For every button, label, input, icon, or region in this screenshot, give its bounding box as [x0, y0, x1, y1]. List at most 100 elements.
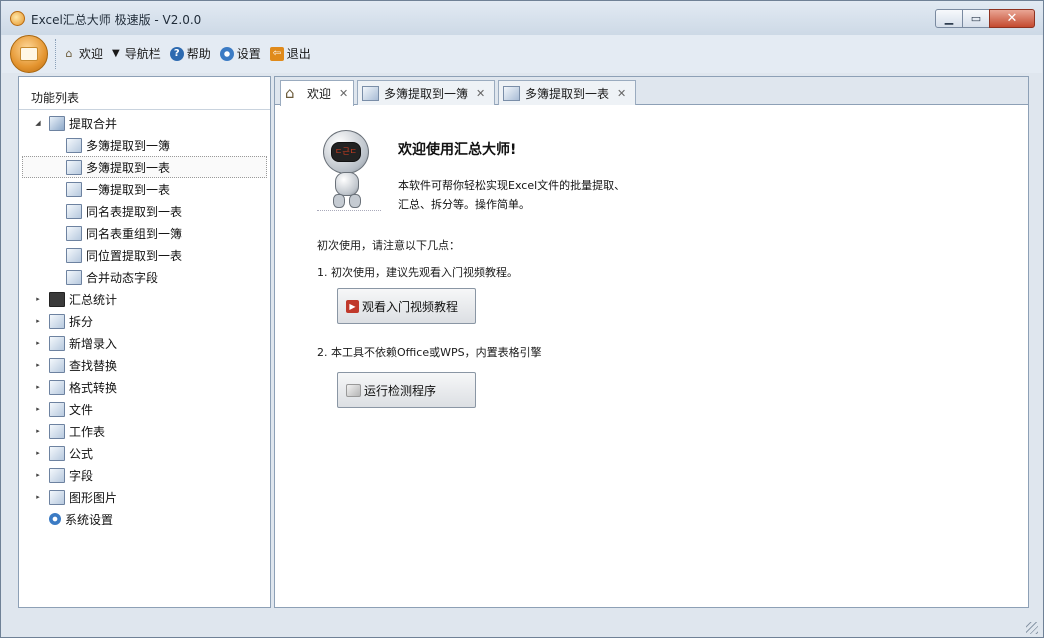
expand-arrow-icon[interactable]: ▸: [33, 493, 43, 501]
tab-label: 多簿提取到一表: [525, 86, 610, 101]
toolbar-separator: [55, 39, 56, 69]
tree-item-label: 同名表提取到一表: [86, 204, 183, 219]
robot-body: [335, 172, 359, 196]
expand-arrow-icon[interactable]: ▸: [33, 405, 43, 413]
sigma-icon: [49, 291, 65, 307]
tree-group-format-convert[interactable]: ▸ 格式转换: [19, 376, 270, 398]
collapse-arrow-icon[interactable]: ◢: [33, 119, 43, 127]
tab-welcome[interactable]: ⌂ 欢迎 ✕: [280, 80, 354, 106]
tree-group-label: 公式: [69, 446, 94, 461]
tree-group-worksheet[interactable]: ▸ 工作表: [19, 420, 270, 442]
window-title: Excel汇总大师 极速版 - V2.0.0: [31, 13, 202, 27]
worksheet-icon: [49, 423, 65, 439]
grid-icon: [66, 269, 82, 285]
tree-group-label: 查找替换: [69, 358, 118, 373]
tree-group-extract-merge[interactable]: ◢ 提取合并: [19, 112, 270, 134]
tree-group-label: 工作表: [69, 424, 106, 439]
close-tab-icon[interactable]: ✕: [617, 87, 626, 100]
expand-arrow-icon[interactable]: ▸: [33, 383, 43, 391]
regroup-icon: [66, 225, 82, 241]
position-icon: [66, 247, 82, 263]
tree-item-same-name-to-sheet[interactable]: 同名表提取到一表: [19, 200, 270, 222]
toolbar-welcome-label: 欢迎: [79, 47, 104, 61]
expand-arrow-icon[interactable]: ▸: [33, 449, 43, 457]
welcome-page: ㄷ근ㄷ 欢迎使用汇总大师! 本软件可帮你轻松实现Excel文件的批量提取、 汇总…: [275, 106, 1028, 607]
status-bar: [2, 613, 1042, 637]
tree-item-multi-book-to-book[interactable]: 多簿提取到一簿: [19, 134, 270, 156]
tree-item-label: 多簿提取到一表: [86, 160, 171, 175]
minimize-icon: ▁: [944, 12, 954, 25]
robot-leg-right: [349, 194, 361, 208]
tree-group-field[interactable]: ▸ 字段: [19, 464, 270, 486]
resize-grip-icon[interactable]: [1026, 622, 1038, 634]
app-menu-button[interactable]: [10, 35, 48, 73]
tree-group-formula[interactable]: ▸ 公式: [19, 442, 270, 464]
tree-group-label: 图形图片: [69, 490, 118, 505]
close-tab-icon[interactable]: ✕: [339, 87, 348, 100]
tree-item-system-settings[interactable]: 系统设置: [19, 508, 270, 530]
workbook-icon: [66, 137, 82, 153]
close-icon: ✕: [1006, 11, 1018, 26]
tree-item-same-position[interactable]: 同位置提取到一表: [19, 244, 270, 266]
tree-item-label: 同位置提取到一表: [86, 248, 183, 263]
tree-group-label: 新增录入: [69, 336, 118, 351]
expand-arrow-icon[interactable]: ▸: [33, 339, 43, 347]
expand-arrow-icon[interactable]: ▸: [33, 317, 43, 325]
close-button[interactable]: ✕: [989, 9, 1035, 28]
tree-group-summary[interactable]: ▸ 汇总统计: [19, 288, 270, 310]
toolbar-help-button[interactable]: ? 帮助: [169, 45, 211, 62]
note-1: 1. 初次使用，建议先观看入门视频教程。: [317, 266, 518, 279]
tab-multi-book-to-book[interactable]: 多簿提取到一簿 ✕: [357, 80, 495, 105]
video-play-icon: ▶: [346, 299, 359, 313]
maximize-button[interactable]: ▭: [962, 9, 990, 28]
exit-icon: ⇦: [269, 46, 284, 61]
tab-multi-book-to-sheet[interactable]: 多簿提取到一表 ✕: [498, 80, 636, 105]
tab-strip: ⌂ 欢迎 ✕ 多簿提取到一簿 ✕ 多簿提取到一表 ✕: [275, 77, 1028, 106]
tab-label: 多簿提取到一簿: [384, 86, 469, 101]
run-check-label: 运行检测程序: [364, 383, 437, 398]
tree-group-shapes-images[interactable]: ▸ 图形图片: [19, 486, 270, 508]
tree-item-multi-book-to-sheet[interactable]: 多簿提取到一表: [22, 156, 267, 178]
welcome-description: 本软件可帮你轻松实现Excel文件的批量提取、 汇总、拆分等。操作简单。: [398, 176, 658, 214]
check-program-icon: [346, 383, 361, 397]
expand-arrow-icon[interactable]: ▸: [33, 427, 43, 435]
tree-group-file[interactable]: ▸ 文件: [19, 398, 270, 420]
toolbar-settings-button[interactable]: 设置: [219, 45, 261, 62]
toolbar-exit-label: 退出: [286, 47, 311, 61]
expand-arrow-icon[interactable]: ▸: [33, 295, 43, 303]
watch-tutorial-button[interactable]: ▶ 观看入门视频教程: [337, 288, 476, 324]
function-list-panel: 功能列表 ◢ 提取合并 多簿提取到一簿 多簿提取到一表 一簿提取到一表 同名表提…: [18, 76, 271, 608]
tree-group-find-replace[interactable]: ▸ 查找替换: [19, 354, 270, 376]
field-icon: [49, 467, 65, 483]
gear-icon: [49, 513, 61, 525]
dropdown-arrow-icon: ▼: [112, 48, 120, 59]
tree-group-label: 拆分: [69, 314, 94, 329]
tree-item-one-book-to-sheet[interactable]: 一簿提取到一表: [19, 178, 270, 200]
split-icon: [49, 313, 65, 329]
toolbar-welcome-button[interactable]: ⌂ 欢迎: [62, 45, 104, 62]
expand-arrow-icon[interactable]: ▸: [33, 361, 43, 369]
tree-item-same-name-regroup[interactable]: 同名表重组到一簿: [19, 222, 270, 244]
function-list-title: 功能列表: [31, 91, 80, 105]
tree-group-label: 提取合并: [69, 116, 118, 131]
title-bar[interactable]: Excel汇总大师 极速版 - V2.0.0 ▁ ▭ ✕: [1, 1, 1043, 35]
format-convert-icon: [49, 379, 65, 395]
tree-group-new-entry[interactable]: ▸ 新增录入: [19, 332, 270, 354]
toolbar-nav-button[interactable]: ▼ 导航栏: [112, 45, 161, 62]
robot-mascot-image: ㄷ근ㄷ: [317, 130, 381, 212]
expand-arrow-icon[interactable]: ▸: [33, 471, 43, 479]
welcome-title: 欢迎使用汇总大师!: [398, 142, 517, 158]
run-check-button[interactable]: 运行检测程序: [337, 372, 476, 408]
tree-group-label: 文件: [69, 402, 94, 417]
close-tab-icon[interactable]: ✕: [476, 87, 485, 100]
tree-item-merge-dynamic-fields[interactable]: 合并动态字段: [19, 266, 270, 288]
new-entry-icon: [49, 335, 65, 351]
welcome-desc-line2: 汇总、拆分等。操作简单。: [398, 198, 530, 211]
tree-item-label: 合并动态字段: [86, 270, 159, 285]
minimize-button[interactable]: ▁: [935, 9, 963, 28]
toolbar-settings-label: 设置: [236, 47, 261, 61]
merge-icon: [49, 115, 65, 131]
window-controls: ▁ ▭ ✕: [935, 9, 1035, 28]
tree-group-split[interactable]: ▸ 拆分: [19, 310, 270, 332]
toolbar-exit-button[interactable]: ⇦ 退出: [269, 45, 311, 62]
